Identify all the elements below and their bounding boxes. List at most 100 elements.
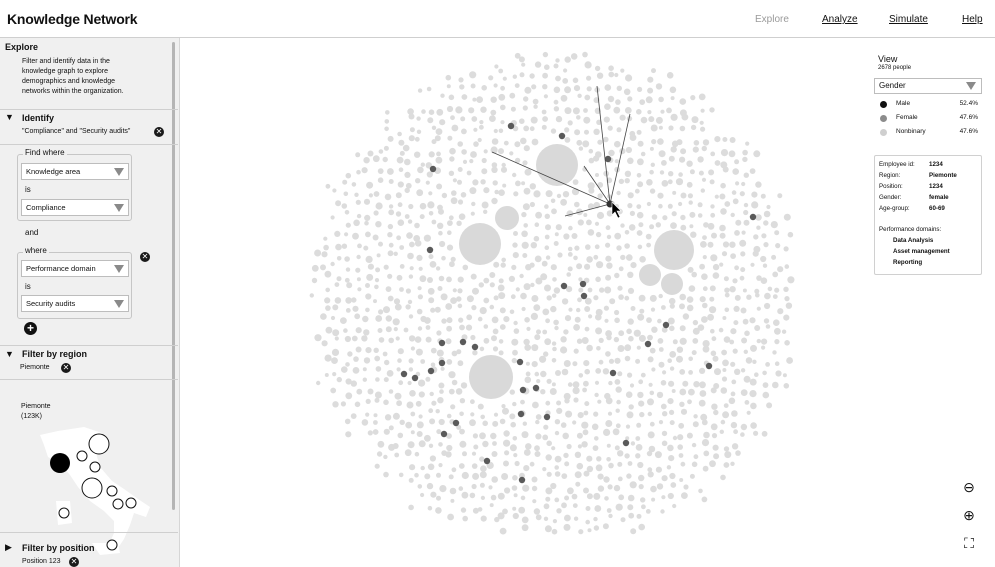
graph-node[interactable]: [646, 242, 651, 248]
graph-node[interactable]: [531, 476, 538, 483]
graph-node[interactable]: [350, 413, 357, 419]
highlighted-node[interactable]: [507, 122, 515, 130]
graph-node[interactable]: [513, 493, 518, 498]
graph-node[interactable]: [635, 436, 641, 441]
graph-node[interactable]: [563, 68, 568, 73]
graph-node[interactable]: [356, 277, 361, 282]
graph-node[interactable]: [512, 436, 518, 441]
graph-node[interactable]: [740, 267, 746, 273]
graph-node[interactable]: [697, 213, 703, 218]
graph-node[interactable]: [468, 107, 475, 114]
graph-node[interactable]: [567, 266, 573, 272]
graph-node[interactable]: [365, 412, 370, 417]
graph-node[interactable]: [660, 509, 665, 514]
graph-node[interactable]: [531, 295, 539, 302]
graph-node[interactable]: [649, 169, 654, 175]
graph-node[interactable]: [722, 166, 729, 173]
graph-node[interactable]: [603, 305, 609, 311]
graph-node[interactable]: [373, 191, 380, 197]
graph-node[interactable]: [509, 413, 516, 420]
graph-node[interactable]: [576, 115, 581, 120]
graph-node[interactable]: [593, 525, 600, 531]
graph-node[interactable]: [408, 203, 414, 210]
graph-node[interactable]: [670, 146, 677, 153]
graph-node[interactable]: [614, 72, 619, 78]
graph-node[interactable]: [583, 213, 588, 217]
graph-node[interactable]: [365, 255, 373, 263]
highlighted-node[interactable]: [519, 386, 527, 394]
graph-node[interactable]: [655, 116, 663, 124]
graph-node[interactable]: [774, 230, 780, 236]
graph-node[interactable]: [524, 376, 532, 384]
graph-node[interactable]: [752, 359, 757, 364]
graph-node[interactable]: [712, 444, 719, 451]
graph-node[interactable]: [567, 246, 573, 252]
graph-node[interactable]: [457, 141, 464, 147]
graph-node[interactable]: [325, 183, 331, 189]
graph-node[interactable]: [388, 209, 395, 216]
graph-node[interactable]: [470, 412, 475, 417]
graph-node[interactable]: [448, 371, 456, 379]
graph-node[interactable]: [397, 432, 404, 439]
graph-node[interactable]: [649, 347, 656, 354]
graph-node[interactable]: [483, 297, 490, 304]
graph-node[interactable]: [471, 116, 478, 122]
graph-node[interactable]: [418, 266, 423, 271]
graph-node[interactable]: [714, 368, 721, 376]
graph-node[interactable]: [499, 418, 506, 425]
graph-node[interactable]: [608, 380, 613, 386]
graph-node[interactable]: [586, 256, 593, 263]
graph-node[interactable]: [430, 491, 437, 498]
graph-node[interactable]: [597, 473, 604, 480]
graph-node[interactable]: [735, 450, 741, 456]
graph-node[interactable]: [691, 350, 697, 356]
graph-node[interactable]: [347, 351, 353, 357]
graph-node[interactable]: [365, 283, 370, 288]
graph-node[interactable]: [701, 316, 708, 323]
graph-node[interactable]: [431, 125, 437, 130]
graph-node[interactable]: [625, 74, 633, 82]
graph-node[interactable]: [449, 487, 457, 495]
graph-node[interactable]: [689, 169, 695, 175]
graph-node[interactable]: [428, 211, 434, 216]
graph-node[interactable]: [689, 224, 694, 229]
graph-node[interactable]: [546, 378, 552, 384]
graph-node[interactable]: [355, 267, 361, 273]
graph-node[interactable]: [648, 116, 655, 123]
graph-node[interactable]: [541, 109, 547, 115]
graph-node[interactable]: [602, 368, 610, 375]
graph-node[interactable]: [647, 334, 653, 341]
remove-condition-icon[interactable]: ✕: [140, 252, 150, 262]
graph-node[interactable]: [483, 324, 489, 329]
graph-node[interactable]: [608, 462, 614, 469]
graph-node[interactable]: [594, 392, 599, 398]
graph-node[interactable]: [356, 388, 363, 395]
graph-node[interactable]: [556, 400, 562, 406]
graph-node[interactable]: [420, 162, 425, 167]
graph-node[interactable]: [624, 453, 630, 459]
graph-node[interactable]: [669, 86, 677, 94]
graph-node[interactable]: [638, 334, 646, 342]
graph-node[interactable]: [597, 399, 602, 404]
graph-node[interactable]: [577, 412, 584, 419]
graph-node[interactable]: [445, 451, 452, 458]
graph-node[interactable]: [493, 295, 499, 301]
graph-node[interactable]: [436, 183, 443, 190]
graph-node[interactable]: [691, 461, 698, 468]
graph-node[interactable]: [523, 96, 529, 102]
graph-node[interactable]: [597, 139, 603, 145]
graph-node[interactable]: [720, 387, 728, 394]
graph-node[interactable]: [751, 201, 759, 209]
graph-node[interactable]: [697, 202, 703, 208]
graph-node[interactable]: [745, 141, 750, 146]
graph-node[interactable]: [482, 420, 489, 427]
graph-node[interactable]: [647, 398, 654, 406]
graph-node[interactable]: [596, 72, 604, 79]
graph-node[interactable]: [378, 241, 383, 247]
graph-node[interactable]: [750, 402, 757, 410]
graph-node[interactable]: [615, 99, 621, 105]
graph-node[interactable]: [524, 317, 530, 323]
graph-node[interactable]: [732, 278, 738, 284]
graph-node[interactable]: [650, 485, 657, 493]
graph-node[interactable]: [720, 474, 726, 481]
